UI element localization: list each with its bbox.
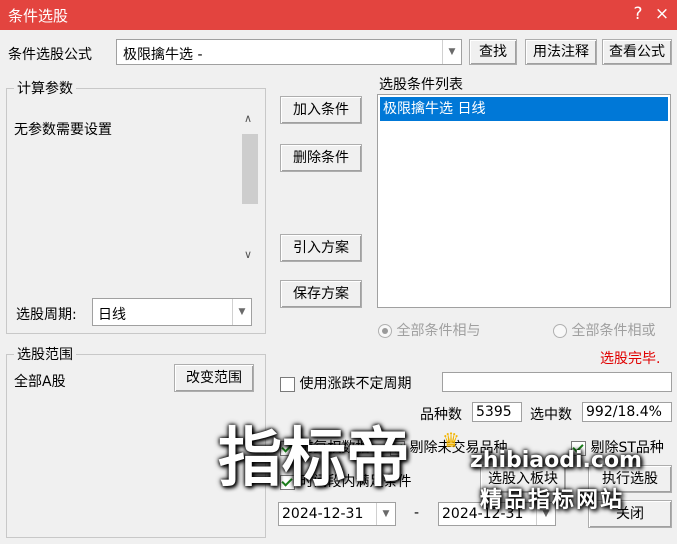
conditions-list[interactable]: 极限擒牛选 日线 [377,94,671,308]
formula-value: 极限擒牛选 - [123,47,203,63]
chevron-down-icon[interactable]: ▼ [442,40,461,64]
watermark-site: zhibiaodi.com [470,448,642,473]
period-label: 选股周期: [16,307,77,323]
selected-label: 选中数 [530,407,572,423]
watermark-logo: 指标帝 [218,422,410,496]
import-scheme-button[interactable]: 引入方案 [280,234,362,262]
radio-or-label: 全部条件相或 [571,323,656,339]
change-scope-button[interactable]: 改变范围 [174,364,254,392]
chevron-down-icon[interactable]: ∨ [244,248,252,261]
date-start-picker[interactable]: 2024-12-31 ▼ [278,502,396,526]
formula-label: 条件选股公式 [8,47,92,63]
conditions-label: 选股条件列表 [379,77,463,93]
window-title: 条件选股 [8,7,69,25]
radio-or-indicator[interactable] [553,324,567,338]
find-button[interactable]: 查找 [469,39,517,65]
scroll-thumb[interactable] [242,134,258,204]
crown-icon: ♛ [442,428,460,452]
radio-or[interactable]: 全部条件相或 [553,320,673,340]
chevron-up-icon[interactable]: ∧ [244,112,252,125]
period-input[interactable] [442,372,672,392]
help-icon[interactable]: ? [628,3,648,25]
save-scheme-button[interactable]: 保存方案 [280,280,362,308]
view-formula-button[interactable]: 查看公式 [602,39,672,65]
use-period-checkbox[interactable] [280,376,295,392]
params-legend: 计算参数 [14,78,76,98]
title-bar: 条件选股 ? × [0,0,677,30]
close-icon[interactable]: × [652,3,672,25]
radio-and-label: 全部条件相与 [396,323,481,339]
status-text: 选股完毕. [600,351,661,367]
watermark-slogan: 精品指标网站 [480,488,625,513]
usage-button[interactable]: 用法注释 [525,39,597,65]
scope-value: 全部A股 [14,374,66,390]
count-value: 5395 [472,402,522,422]
delete-condition-button[interactable]: 删除条件 [280,144,362,172]
radio-and-indicator[interactable] [378,324,392,338]
period-select[interactable]: 日线 ▼ [92,298,252,326]
radio-and[interactable]: 全部条件相与 [378,320,480,340]
use-period-option[interactable]: 使用涨跌不定周期 [280,373,411,393]
date-start-value: 2024-12-31 [282,506,364,522]
add-condition-button[interactable]: 加入条件 [280,96,362,124]
selected-value: 992/18.4% [582,402,672,422]
period-value: 日线 [98,307,126,323]
list-item[interactable]: 极限擒牛选 日线 [380,97,668,121]
params-scrollbar[interactable]: ∧ ∨ [240,104,260,268]
count-label: 品种数 [420,407,462,423]
chevron-down-icon[interactable]: ▼ [232,299,251,325]
params-text: 无参数需要设置 [14,122,112,138]
formula-select[interactable]: 极限擒牛选 - ▼ [116,39,462,65]
scope-legend: 选股范围 [14,344,76,364]
chevron-down-icon[interactable]: ▼ [376,503,395,525]
use-period-label: 使用涨跌不定周期 [299,376,412,392]
date-separator: - [414,505,420,521]
